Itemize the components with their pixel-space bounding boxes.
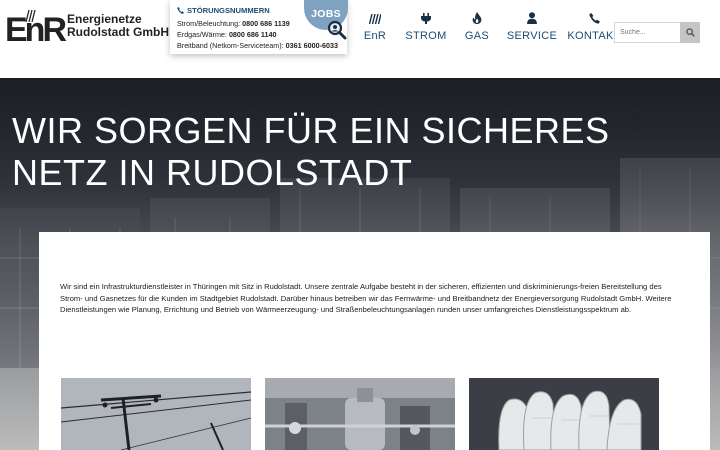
company-name-line2: Rudolstadt GmbH — [67, 25, 169, 39]
nav-item-gas[interactable]: GAS — [460, 0, 494, 60]
nav-item-strom[interactable]: STROM — [398, 0, 454, 60]
stoerung-label: Strom/Beleuchtung: — [177, 19, 241, 28]
enr-hatch-icon — [369, 14, 381, 24]
stoerung-label: Breitband (Netkom-Serviceteam): — [177, 41, 284, 50]
tile-gas-image[interactable] — [265, 378, 455, 450]
search-icon — [685, 28, 695, 37]
phone-icon — [588, 13, 600, 24]
search-button[interactable] — [680, 22, 700, 43]
company-name: Energienetze Rudolstadt GmbH — [67, 13, 169, 39]
nav-label-enr: EnR — [363, 30, 387, 42]
nav-label-kontakt: KONTAKT — [567, 30, 621, 42]
nav-item-enr[interactable]: EnR — [358, 0, 392, 60]
nav-label-strom: STROM — [405, 30, 447, 42]
stoerung-row-breitband: Breitband (Netkom-Serviceteam): 0361 600… — [177, 40, 347, 51]
site-header: EnR Energienetze Rudolstadt GmbH STÖRUNG… — [0, 0, 720, 78]
plug-icon — [421, 13, 431, 24]
flame-icon — [472, 12, 482, 24]
content-card: Wir sind ein Infrastrukturdienstleister … — [39, 232, 710, 450]
user-icon — [527, 12, 537, 24]
tile-documents-image[interactable] — [469, 378, 659, 450]
documents-image — [469, 378, 659, 450]
magnifier-icon[interactable] — [327, 20, 347, 40]
power-line-image — [61, 378, 251, 450]
main-navigation: EnR STROM GAS SERVICE KONTAKT — [358, 0, 624, 60]
nav-label-gas: GAS — [464, 30, 490, 42]
stoerung-row-erdgas: Erdgas/Wärme: 0800 686 1140 — [177, 29, 347, 40]
hero-title: WIR SORGEN FÜR EIN SICHERES NETZ IN RUDO… — [12, 110, 610, 193]
stoerungsnummern-title-text: STÖRUNGSNUMMERN — [187, 6, 270, 15]
search-form — [614, 22, 700, 43]
image-tiles — [61, 378, 673, 450]
search-input[interactable] — [614, 22, 680, 43]
stoerung-label: Erdgas/Wärme: — [177, 30, 227, 39]
tile-strom-image[interactable] — [61, 378, 251, 450]
logo-mark: EnR — [5, 8, 67, 52]
nav-label-service: SERVICE — [506, 30, 558, 42]
stoerung-number-link[interactable]: 0361 6000-6033 — [286, 41, 338, 50]
logo[interactable]: EnR Energienetze Rudolstadt GmbH — [5, 8, 169, 52]
gas-station-image — [265, 378, 455, 450]
jobs-label: JOBS — [311, 8, 341, 20]
logo-hatch-icon — [25, 10, 36, 22]
phone-small-icon — [177, 7, 184, 14]
intro-text: Wir sind ein Infrastrukturdienstleister … — [60, 282, 672, 314]
stoerung-number-link[interactable]: 0800 686 1140 — [229, 30, 277, 39]
nav-item-service[interactable]: SERVICE — [502, 0, 562, 60]
stoerung-number-link[interactable]: 0800 686 1139 — [242, 19, 290, 28]
